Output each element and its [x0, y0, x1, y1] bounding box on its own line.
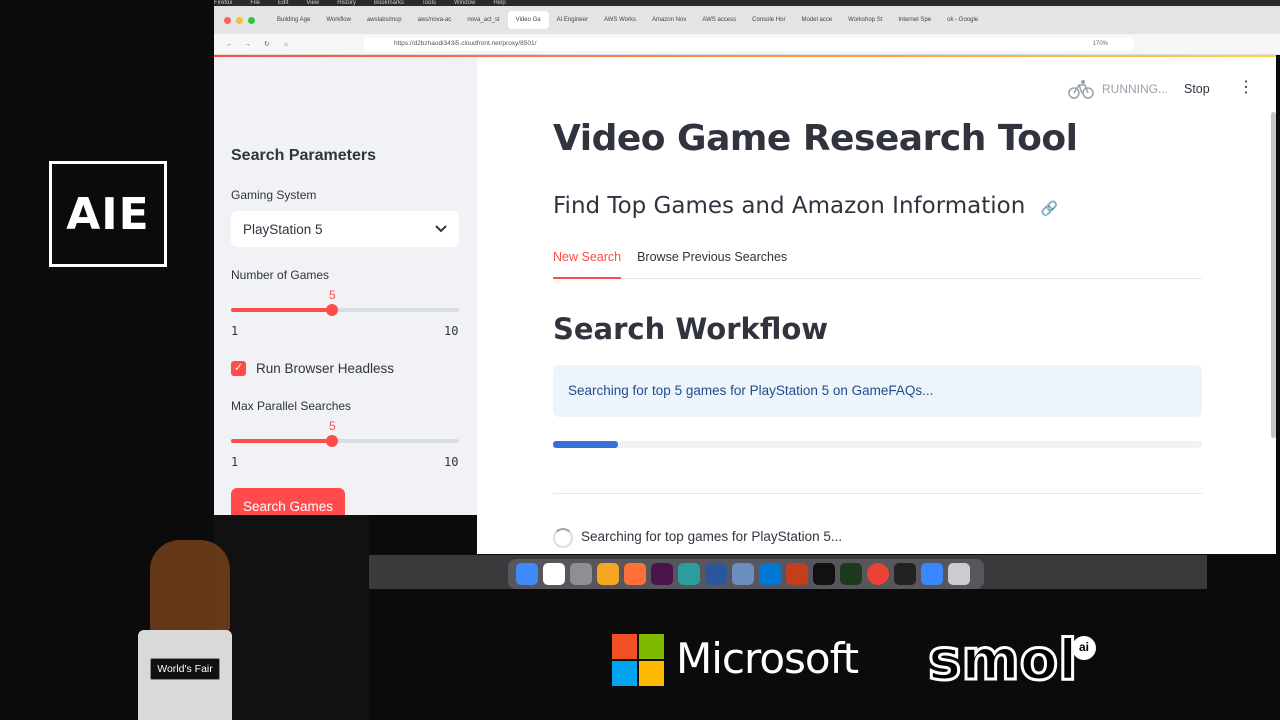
gaming-system-value: PlayStation 5 [243, 221, 323, 237]
settings-icon[interactable] [570, 563, 592, 585]
slider-fill [231, 308, 333, 312]
browser-tab[interactable]: nova_act_st [459, 11, 507, 29]
smol-logo: smol [926, 627, 1078, 695]
link-icon[interactable]: 🔗 [1041, 201, 1058, 217]
browser-tab[interactable]: Workflow [318, 11, 359, 29]
progress-fill [553, 441, 618, 448]
browser-tab[interactable]: AI Engineer [549, 11, 596, 29]
mac-dock [508, 559, 984, 589]
number-of-games-label: Number of Games [231, 268, 330, 282]
reload-icon[interactable]: ↻ [264, 40, 269, 48]
chevron-down-icon [435, 225, 447, 233]
slack-icon[interactable] [651, 563, 673, 585]
browser-tab[interactable]: awslabs/mcp [359, 11, 410, 29]
subtitle-text: Find Top Games and Amazon Information [553, 193, 1026, 219]
smol-ai-badge: ai [1072, 636, 1096, 660]
tabs: New Search Browse Previous Searches [553, 250, 1202, 279]
browser-tab[interactable]: Video Ga [507, 11, 549, 29]
zoom-level[interactable]: 170% [1093, 37, 1108, 51]
max-parallel-label: Max Parallel Searches [231, 399, 352, 413]
browser-tab[interactable]: Model acce [793, 11, 840, 29]
browser-tab[interactable]: Console Hor [744, 11, 793, 29]
presenter [150, 540, 230, 635]
divider [553, 493, 1202, 494]
browser-tab[interactable]: ok - Google [939, 11, 986, 29]
app-icon[interactable] [732, 563, 754, 585]
url-text: https://d2bzhaodi343i5.cloudfront.net/pr… [394, 40, 537, 47]
max-parallel-slider[interactable]: 5 [231, 419, 459, 447]
page-title: Video Game Research Tool [553, 118, 1078, 159]
sidebar [214, 57, 477, 515]
outlook-icon[interactable] [759, 563, 781, 585]
calendar-icon[interactable] [543, 563, 565, 585]
spinner-icon [553, 528, 573, 548]
browser-tab[interactable]: Amazon Nov [644, 11, 694, 29]
slider-max: 10 [444, 455, 459, 469]
bike-icon [1068, 80, 1094, 99]
terminal-icon[interactable] [813, 563, 835, 585]
back-icon[interactable]: ← [226, 41, 233, 48]
number-of-games-slider[interactable]: 5 [231, 288, 459, 316]
firefox-icon[interactable] [624, 563, 646, 585]
presenter-video [214, 515, 369, 720]
gaming-system-select[interactable]: PlayStation 5 [231, 211, 459, 247]
podium-label: World's Fair [150, 658, 220, 680]
perplexity-icon[interactable] [678, 563, 700, 585]
forward-icon[interactable]: → [244, 41, 251, 48]
powerpoint-icon[interactable] [786, 563, 808, 585]
app-icon[interactable] [894, 563, 916, 585]
microsoft-wordmark: Microsoft [676, 634, 859, 683]
zoom-window-button[interactable] [248, 16, 255, 24]
browser-tab[interactable]: aws/nova-ac [410, 11, 460, 29]
tab-browse-previous[interactable]: Browse Previous Searches [637, 250, 787, 277]
finder-icon[interactable] [516, 563, 538, 585]
url-field[interactable]: https://d2bzhaodi343i5.cloudfront.net/pr… [364, 37, 1134, 51]
browser-toolbar: ← → ↻ ⌂ https://d2bzhaodi343i5.cloudfron… [214, 34, 1280, 55]
slider-max: 10 [444, 324, 459, 338]
headless-label: Run Browser Headless [256, 361, 395, 376]
tab-new-search[interactable]: New Search [553, 250, 622, 279]
slider-fill [231, 439, 333, 443]
sidebar-title: Search Parameters [231, 147, 376, 164]
home-icon[interactable]: ⌂ [284, 41, 288, 48]
browser-tab[interactable]: AWS Works [596, 11, 644, 29]
stop-button[interactable]: Stop [1184, 82, 1210, 96]
slider-min: 1 [231, 455, 239, 469]
browser-tab[interactable]: Building Age [269, 11, 318, 29]
headless-checkbox[interactable]: ✓ [231, 361, 246, 376]
trash-icon[interactable] [948, 563, 970, 585]
page-subtitle: Find Top Games and Amazon Information 🔗 [553, 193, 1058, 219]
window-controls [214, 16, 269, 24]
scrollbar[interactable] [1271, 112, 1276, 438]
app-icon[interactable] [840, 563, 862, 585]
close-window-button[interactable] [224, 16, 231, 24]
section-title: Search Workflow [553, 312, 829, 346]
browser-tab[interactable]: Internet Spe [890, 11, 939, 29]
chrome-icon[interactable] [867, 563, 889, 585]
progress-bar [553, 441, 1202, 448]
microsoft-logo-icon [612, 634, 664, 686]
minimize-window-button[interactable] [236, 16, 243, 24]
gaming-system-label: Gaming System [231, 188, 317, 202]
browser-tab[interactable]: AWS access [694, 11, 744, 29]
browser-tab-bar: Building Age Workflow awslabs/mcp aws/nova-… [214, 6, 1280, 34]
running-text: RUNNING... [1102, 82, 1168, 96]
app-icon[interactable] [921, 563, 943, 585]
sublime-icon[interactable] [597, 563, 619, 585]
kebab-menu-icon[interactable]: ⋮ [1238, 80, 1254, 96]
spinner-text: Searching for top games for PlayStation … [581, 529, 843, 544]
word-icon[interactable] [705, 563, 727, 585]
aie-logo: AIE [49, 161, 167, 267]
slider-value: 5 [328, 288, 336, 302]
info-alert: Searching for top 5 games for PlayStatio… [553, 365, 1202, 417]
browser-tab[interactable]: Workshop St [840, 11, 890, 29]
slider-value: 5 [328, 419, 336, 433]
running-status: RUNNING... [1068, 79, 1168, 99]
slider-min: 1 [231, 324, 239, 338]
